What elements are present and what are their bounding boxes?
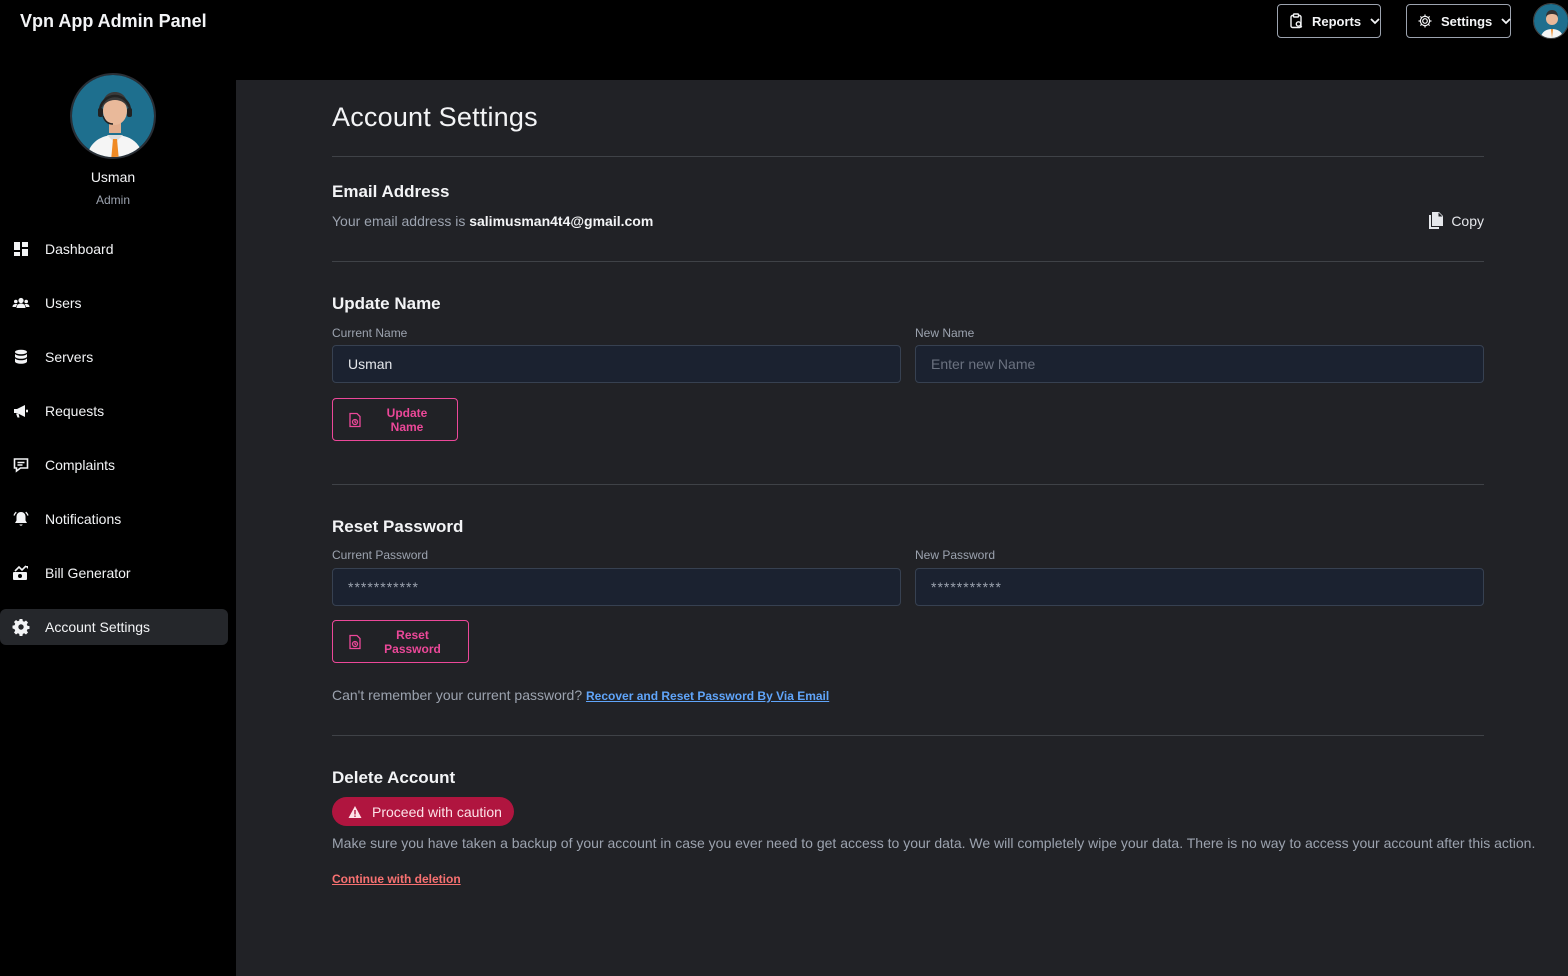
chevron-down-icon bbox=[1369, 15, 1381, 27]
update-name-label: Update Name bbox=[386, 405, 428, 434]
divider bbox=[332, 484, 1484, 485]
copy-label: Copy bbox=[1451, 213, 1484, 229]
megaphone-icon bbox=[12, 402, 30, 420]
divider bbox=[332, 156, 1484, 157]
sidebar-item-complaints[interactable]: Complaints bbox=[0, 447, 228, 483]
current-name-label: Current Name bbox=[332, 326, 408, 340]
email-prefix: Your email address is bbox=[332, 213, 470, 229]
sidebar-item-label: Notifications bbox=[45, 511, 122, 527]
copy-email-button[interactable]: Copy bbox=[1427, 212, 1484, 230]
sidebar-item-servers[interactable]: Servers bbox=[0, 339, 228, 375]
settings-dropdown-button[interactable]: Settings bbox=[1406, 4, 1511, 38]
chevron-down-icon bbox=[1500, 15, 1512, 27]
update-name-section-title: Update Name bbox=[332, 294, 441, 313]
sidebar-item-dashboard[interactable]: Dashboard bbox=[0, 231, 228, 267]
profile-name: Usman bbox=[90, 169, 136, 185]
sidebar-item-label: Requests bbox=[45, 403, 105, 419]
sidebar-item-account-settings[interactable]: Account Settings bbox=[0, 609, 228, 645]
sidebar-item-label: Dashboard bbox=[45, 241, 114, 257]
divider bbox=[332, 735, 1484, 736]
email-section-title: Email Address bbox=[332, 182, 450, 201]
recover-password-link[interactable]: Recover and Reset Password By Via Email bbox=[586, 689, 829, 703]
users-icon bbox=[12, 294, 30, 312]
current-name-input[interactable] bbox=[332, 345, 901, 383]
new-name-input[interactable] bbox=[915, 345, 1484, 383]
sidebar-item-label: Account Settings bbox=[45, 619, 151, 635]
sidebar-item-notifications[interactable]: Notifications bbox=[0, 501, 228, 537]
profile-avatar bbox=[70, 73, 156, 159]
sidebar-item-label: Users bbox=[45, 295, 82, 311]
new-name-label: New Name bbox=[915, 326, 975, 340]
sidebar-item-users[interactable]: Users bbox=[0, 285, 228, 321]
delete-account-description: Make sure you have taken a backup of you… bbox=[332, 835, 1536, 851]
save-file-icon bbox=[347, 412, 363, 428]
reports-dropdown-button[interactable]: Reports bbox=[1277, 4, 1381, 38]
reset-password-label: Reset Password bbox=[384, 627, 441, 656]
caution-badge: Proceed with caution bbox=[332, 797, 514, 826]
sidebar-item-label: Bill Generator bbox=[45, 565, 131, 581]
database-icon bbox=[12, 348, 30, 366]
sidebar-item-label: Complaints bbox=[45, 457, 116, 473]
divider bbox=[332, 261, 1484, 262]
caution-label: Proceed with caution bbox=[372, 803, 502, 820]
sidebar-item-requests[interactable]: Requests bbox=[0, 393, 228, 429]
bell-icon bbox=[12, 510, 30, 528]
user-avatar-button[interactable] bbox=[1533, 3, 1568, 39]
update-name-button[interactable]: Update Name bbox=[332, 398, 458, 441]
copy-icon bbox=[1427, 212, 1444, 230]
sidebar-item-label: Servers bbox=[45, 349, 94, 365]
clipboard-icon bbox=[1288, 13, 1304, 29]
recover-prefix: Can't remember your current password? bbox=[332, 687, 586, 703]
chat-icon bbox=[12, 456, 30, 474]
app-title: Vpn App Admin Panel bbox=[20, 11, 207, 31]
recover-password-text: Can't remember your current password? Re… bbox=[332, 687, 829, 703]
dashboard-icon bbox=[12, 240, 30, 258]
gear-icon bbox=[1417, 13, 1433, 29]
current-password-label: Current Password bbox=[332, 548, 429, 562]
new-password-label: New Password bbox=[915, 548, 996, 562]
delete-account-section-title: Delete Account bbox=[332, 768, 456, 787]
new-password-input[interactable] bbox=[915, 568, 1484, 606]
email-address: salimusman4t4@gmail.com bbox=[469, 213, 654, 229]
reports-label: Reports bbox=[1312, 13, 1362, 29]
save-file-icon bbox=[347, 634, 363, 650]
sidebar-item-bill-generator[interactable]: Bill Generator bbox=[0, 555, 228, 591]
profile-role: Admin bbox=[95, 193, 130, 207]
main-content: Account Settings Email Address Your emai… bbox=[236, 80, 1568, 976]
gear-icon bbox=[12, 618, 30, 636]
settings-label: Settings bbox=[1441, 13, 1493, 29]
sidebar: Usman Admin Dashboard Users Servers Requ… bbox=[0, 40, 236, 976]
reset-password-section-title: Reset Password bbox=[332, 517, 464, 536]
money-icon bbox=[12, 564, 30, 582]
current-password-input[interactable] bbox=[332, 568, 901, 606]
continue-deletion-link[interactable]: Continue with deletion bbox=[332, 872, 461, 886]
email-text: Your email address is salimusman4t4@gmai… bbox=[332, 213, 653, 229]
page-title: Account Settings bbox=[332, 102, 538, 132]
warning-icon bbox=[348, 805, 362, 819]
reset-password-button[interactable]: Reset Password bbox=[332, 620, 469, 663]
